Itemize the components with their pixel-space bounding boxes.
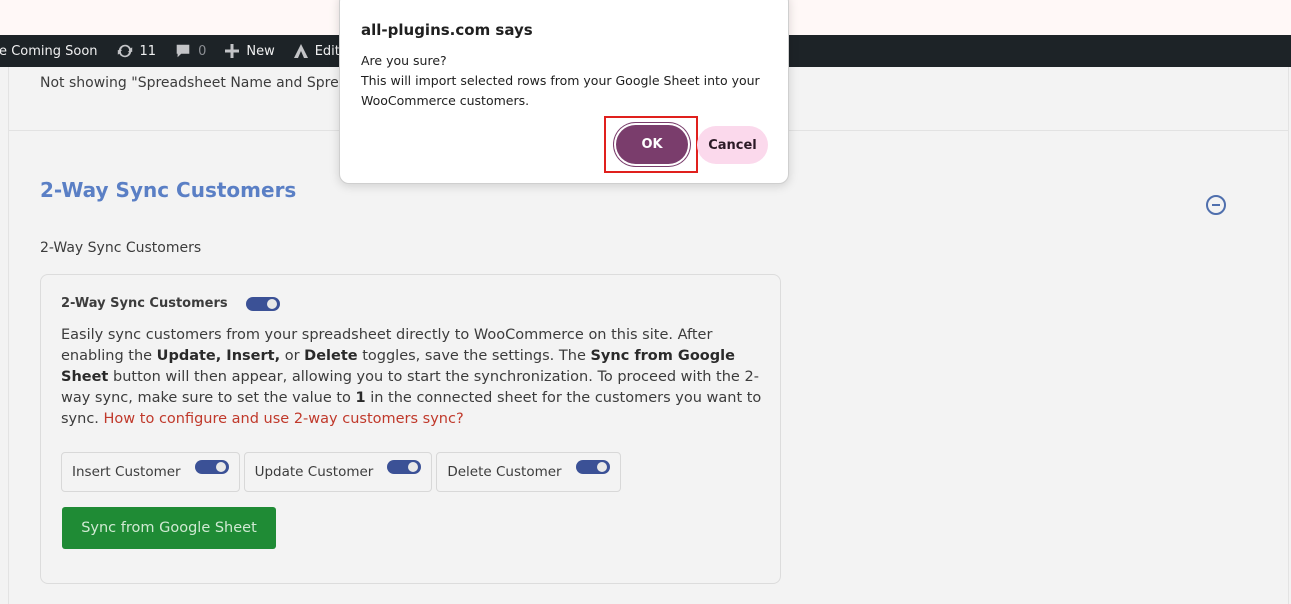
sync-description: Easily sync customers from your spreadsh… xyxy=(61,325,773,430)
update-customer-option: Update Customer xyxy=(243,452,433,492)
comments-count: 0 xyxy=(198,43,207,59)
admin-bar-comments[interactable]: 0 xyxy=(174,42,206,60)
dialog-title: all-plugins.com says xyxy=(361,21,533,39)
desc-part-3: toggles, save the settings. The xyxy=(357,348,591,364)
delete-customer-label: Delete Customer xyxy=(447,464,562,480)
desc-part-2: or xyxy=(280,348,305,364)
desc-bold-4: 1 xyxy=(355,390,366,406)
cancel-button[interactable]: Cancel xyxy=(697,126,768,164)
notice-text: Not showing "Spreadsheet Name and Spre xyxy=(40,75,339,91)
dialog-message: Are you sure? This will import selected … xyxy=(361,51,771,111)
collapse-minus-icon[interactable] xyxy=(1206,195,1226,215)
update-customer-toggle[interactable] xyxy=(387,460,422,474)
desc-bold-1: Update, Insert, xyxy=(156,348,281,364)
comment-icon xyxy=(176,44,190,58)
new-label: New xyxy=(246,43,275,59)
dialog-message-line-2: This will import selected rows from your… xyxy=(361,73,760,108)
ok-highlight-box: OK xyxy=(604,116,698,173)
dialog-message-line-1: Are you sure? xyxy=(361,53,447,68)
plus-icon xyxy=(225,44,240,58)
insert-customer-option: Insert Customer xyxy=(61,452,240,492)
delete-customer-toggle[interactable] xyxy=(575,460,610,474)
admin-bar-updates[interactable]: 11 xyxy=(116,42,157,60)
sync-from-google-sheet-button[interactable]: Sync from Google Sheet xyxy=(62,507,276,549)
update-customer-label: Update Customer xyxy=(254,464,374,480)
subsection-label: 2-Way Sync Customers xyxy=(40,240,202,256)
card-header-label: 2-Way Sync Customers xyxy=(61,296,228,311)
refresh-icon xyxy=(117,44,132,58)
updates-count: 11 xyxy=(139,43,157,59)
delete-customer-option: Delete Customer xyxy=(436,452,621,492)
sync-settings-card: 2-Way Sync Customers Easily sync custome… xyxy=(40,274,781,584)
ok-button[interactable]: OK xyxy=(616,125,688,164)
insert-customer-label: Insert Customer xyxy=(72,464,181,480)
admin-bar-new[interactable]: New xyxy=(224,43,275,59)
desc-bold-2: Delete xyxy=(304,348,358,364)
section-title: 2-Way Sync Customers xyxy=(40,178,297,202)
card-header: 2-Way Sync Customers xyxy=(61,296,280,311)
sync-options: Insert Customer Update Customer Delete C… xyxy=(61,452,625,492)
insert-customer-toggle[interactable] xyxy=(194,460,229,474)
admin-bar-coming-soon[interactable]: re Coming Soon xyxy=(0,44,98,59)
two-way-sync-toggle[interactable] xyxy=(245,296,280,311)
coming-soon-label: re Coming Soon xyxy=(0,43,98,59)
help-link[interactable]: How to configure and use 2-way customers… xyxy=(104,411,464,427)
elementor-icon xyxy=(293,44,308,58)
confirm-dialog: all-plugins.com says Are you sure? This … xyxy=(339,0,789,184)
